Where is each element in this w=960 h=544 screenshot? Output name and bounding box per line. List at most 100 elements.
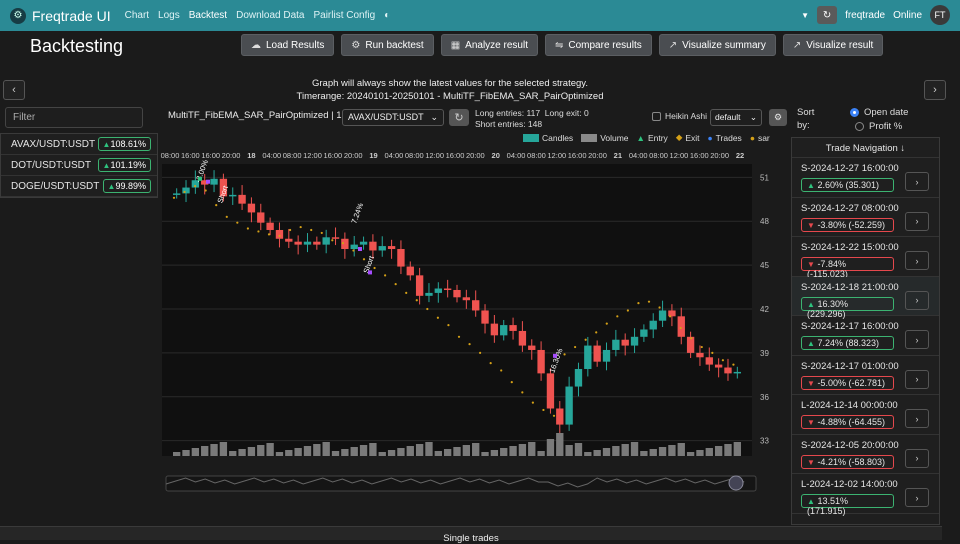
pair-item-avax[interactable]: AVAX/USDT:USDT ▲108.61% xyxy=(1,134,157,155)
trade-list-item[interactable]: S-2024-12-27 16:00:00 ▲ 2.60% (35.301) › xyxy=(792,158,939,198)
x-tick-label: 16:00 xyxy=(201,151,220,160)
candle-body xyxy=(257,212,265,223)
filter-input[interactable]: Filter xyxy=(5,107,143,128)
candle-body xyxy=(397,249,405,267)
go-to-trade-button[interactable]: › xyxy=(905,211,929,231)
trade-list-item[interactable]: L-2024-12-02 14:00:00 ▲ 13.51% (171.915)… xyxy=(792,474,939,516)
volume-bar xyxy=(387,450,396,456)
trade-date: S-2024-12-27 08:00:00 xyxy=(801,202,899,214)
compare-results-button[interactable]: ⇋ Compare results xyxy=(544,34,652,56)
go-to-trade-button[interactable]: › xyxy=(905,290,929,310)
chevron-right-icon: › xyxy=(915,492,919,503)
nav-link-logs[interactable]: Logs xyxy=(158,10,180,21)
collapse-left-button[interactable]: ‹ xyxy=(3,80,25,100)
trade-navigation-header[interactable]: Trade Navigation ↓ xyxy=(792,138,939,158)
freqtrade-logo-icon[interactable]: ⚙ xyxy=(10,7,26,24)
y-tick-label: 51 xyxy=(760,173,769,182)
layout-select[interactable]: default ⌄ xyxy=(710,109,762,126)
volume-bar xyxy=(219,442,228,456)
volume-bar xyxy=(397,448,405,456)
volume-bar xyxy=(733,442,741,456)
refresh-button[interactable]: ↻ xyxy=(817,6,838,24)
checkbox[interactable] xyxy=(652,111,661,121)
brand-title[interactable]: Freqtrade UI xyxy=(32,8,111,24)
radio-unselected[interactable] xyxy=(855,122,864,131)
sar-dot xyxy=(690,337,693,340)
go-to-trade-button[interactable]: › xyxy=(905,251,929,270)
trade-list-item[interactable]: L-2024-12-14 00:00:00 ▼ -4.88% (-64.455)… xyxy=(792,395,939,435)
chevron-down-icon[interactable]: ▼ xyxy=(801,11,809,20)
backtest-toolbar: ☁ Load Results ⚙ Run backtest ▦ Analyze res… xyxy=(241,34,884,56)
trade-profit-badge: ▼ -3.80% (-52.259) xyxy=(801,217,894,232)
sar-dot xyxy=(542,408,545,412)
legend-volume[interactable]: Volume xyxy=(581,133,629,143)
x-tick-label: 16:00 xyxy=(323,151,342,160)
trade-list-item[interactable]: S-2024-12-22 15:00:00 ▼ -7.84% (-115.023… xyxy=(792,237,939,279)
legend-trades[interactable]: ● Trades xyxy=(708,133,742,143)
candle-body xyxy=(406,266,414,276)
y-tick-label: 39 xyxy=(760,349,769,358)
run-backtest-button[interactable]: ⚙ Run backtest xyxy=(341,34,434,56)
sar-dot xyxy=(415,299,418,302)
candle-body xyxy=(621,339,629,346)
trade-list-item[interactable]: S-2024-12-27 08:00:00 ▼ -3.80% (-52.259)… xyxy=(792,198,939,237)
nav-link-download-data[interactable]: Download Data xyxy=(236,10,304,21)
go-to-trade-button[interactable]: › xyxy=(905,330,929,349)
theme-toggle-icon[interactable]: ◐ xyxy=(384,10,390,21)
pair-item-dot[interactable]: DOT/USDT:USDT ▲101.19% xyxy=(1,155,157,176)
go-to-trade-button[interactable]: › xyxy=(905,369,929,389)
legend-exit[interactable]: ◆ Exit xyxy=(676,132,700,143)
sort-profit-radio[interactable]: Profit % xyxy=(855,121,902,132)
trade-profit-badge: ▼ -4.88% (-64.455) xyxy=(801,415,894,429)
pair-item-doge[interactable]: DOGE/USDT:USDT ▲99.89% xyxy=(1,176,157,197)
candle-body xyxy=(359,241,368,245)
chevron-left-icon: ‹ xyxy=(12,84,16,96)
volume-bar xyxy=(275,452,284,456)
sar-dot xyxy=(225,215,228,218)
candle-body xyxy=(574,368,583,387)
candle-body xyxy=(313,241,321,245)
visualize-summary-button[interactable]: ↗ Visualize summary xyxy=(658,34,776,56)
collapse-right-button[interactable]: › xyxy=(924,80,946,100)
candle-body xyxy=(500,325,508,336)
nav-link-pairlist-config[interactable]: Pairlist Config xyxy=(313,10,375,21)
avatar[interactable]: FT xyxy=(930,5,950,25)
trade-profit-badge: ▲ 13.51% (171.915) xyxy=(801,494,894,516)
trade-list-item[interactable]: S-2024-12-17 16:00:00 ▲ 7.24% (88.323) › xyxy=(792,316,939,356)
go-to-trade-button[interactable]: › xyxy=(905,172,929,191)
chart-settings-button[interactable]: ⚙ xyxy=(769,109,787,126)
candle-body xyxy=(518,330,527,346)
go-to-trade-button[interactable]: › xyxy=(905,448,929,468)
legend-candles[interactable]: Candles xyxy=(523,133,573,143)
candle-body xyxy=(649,320,657,330)
go-to-trade-button[interactable]: › xyxy=(905,409,929,428)
legend-sar[interactable]: ● sar xyxy=(750,133,770,143)
single-trades-section[interactable]: Single trades xyxy=(0,526,942,544)
load-results-button[interactable]: ☁ Load Results xyxy=(241,34,335,56)
trade-profit-badge: ▲ 7.24% (88.323) xyxy=(801,336,894,350)
sar-dot xyxy=(194,184,197,188)
radio-selected[interactable] xyxy=(850,108,859,117)
nav-link-backtest[interactable]: Backtest xyxy=(189,10,227,21)
trade-list-item[interactable]: S-2024-12-05 20:00:00 ▼ -4.21% (-58.803)… xyxy=(792,435,939,474)
candle-body xyxy=(303,241,312,245)
sar-dot xyxy=(183,190,186,194)
nav-link-chart[interactable]: Chart xyxy=(125,10,149,21)
trade-list-item[interactable]: S-2024-12-17 01:00:00 ▼ -5.00% (-62.781)… xyxy=(792,356,939,395)
x-tick-label: 04:00 xyxy=(507,151,526,160)
volume-bar xyxy=(500,448,508,456)
x-tick-label: 08:00 xyxy=(283,151,302,160)
heikin-ashi-toggle[interactable]: Heikin Ashi xyxy=(652,111,707,121)
x-tick-label: 08:00 xyxy=(161,151,180,160)
analyze-result-button[interactable]: ▦ Analyze result xyxy=(440,34,538,56)
go-to-trade-button[interactable]: › xyxy=(905,488,929,507)
refresh-chart-button[interactable]: ↻ xyxy=(449,109,469,126)
candlestick-chart[interactable]: 5148454239363308:00 16:00 16:00 20:00 18 04:0… xyxy=(160,148,790,493)
volume-bar xyxy=(434,451,442,456)
visualize-result-button[interactable]: ↗ Visualize result xyxy=(782,34,884,56)
sort-open-date-radio[interactable]: Open date xyxy=(850,107,908,118)
trade-list-item[interactable]: S-2024-12-18 21:00:00 ▲ 16.30% (229.296)… xyxy=(792,276,939,319)
legend-entry[interactable]: ▲ Entry xyxy=(637,133,668,143)
sar-dot xyxy=(436,316,439,319)
pair-select[interactable]: AVAX/USDT:USDT ⌄ xyxy=(342,109,444,126)
